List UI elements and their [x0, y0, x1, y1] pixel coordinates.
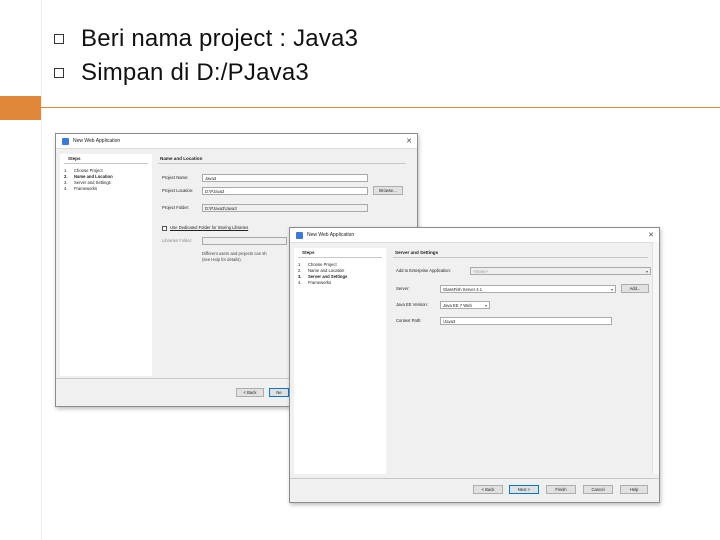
libraries-note: Different users and projects can sh (see… — [202, 251, 267, 262]
context-path-field[interactable]: /Java3 — [440, 317, 612, 325]
slide-accent-rule — [41, 107, 720, 108]
new-web-application-dialog-front: New Web Application ✕ Steps 1. Choose Pro… — [289, 227, 660, 503]
java-ee-select[interactable]: Java EE 7 Web ▾ — [440, 301, 490, 309]
close-icon[interactable]: ✕ — [648, 231, 654, 239]
enterprise-app-label: Add to Enterprise Application: — [396, 268, 451, 273]
next-button[interactable]: Ne — [269, 388, 289, 397]
dialog-title: New Web Application — [73, 138, 121, 144]
context-path-label: Context Path: — [396, 318, 422, 323]
chevron-down-icon: ▾ — [610, 287, 613, 292]
panel-heading: Name and Location — [158, 154, 406, 164]
enterprise-app-value: <None> — [473, 269, 488, 274]
steps-heading: Steps — [64, 154, 148, 164]
note-line: Different users and projects can sh — [202, 251, 267, 256]
dedicated-folder-row: Use Dedicated Folder for Storing Librari… — [170, 225, 248, 230]
project-folder-label: Project Folder: — [162, 205, 190, 210]
project-name-row: Project Name: — [162, 175, 189, 180]
vertical-scrollbar[interactable] — [652, 242, 659, 474]
step-item: 4. Frameworks — [64, 186, 152, 192]
chevron-down-icon: ▾ — [484, 303, 487, 308]
slide-accent-bar — [0, 96, 41, 120]
cancel-button[interactable]: Cancel — [583, 485, 613, 494]
netbeans-app-icon — [296, 231, 303, 239]
project-name-field[interactable]: Java3 — [202, 174, 368, 182]
help-button[interactable]: Help — [620, 485, 648, 494]
server-value: GlassFish Server 4.1 — [443, 287, 483, 292]
server-row: Server: — [396, 286, 410, 291]
libraries-folder-field — [202, 237, 287, 245]
footer-divider — [290, 478, 659, 479]
step-number: 4. — [298, 280, 302, 285]
enterprise-app-row: Add to Enterprise Application: — [396, 268, 451, 273]
bullet-text: Simpan di D:/PJava3 — [81, 59, 309, 86]
step-item: 4. Frameworks — [298, 280, 386, 286]
libraries-folder-row: Libraries Folder: — [162, 238, 192, 243]
panel-heading: Server and Settings — [393, 248, 648, 258]
dialog-title: New Web Application — [307, 232, 355, 238]
next-button[interactable]: Next > — [509, 485, 539, 494]
browse-button[interactable]: Browse... — [373, 186, 403, 195]
back-button[interactable]: < Back — [473, 485, 503, 494]
bullet-item: Beri nama project : Java3 — [54, 22, 358, 56]
project-location-row: Project Location: — [162, 188, 193, 193]
server-settings-panel: Server and Settings — [393, 248, 648, 474]
project-name-label: Project Name: — [162, 175, 189, 180]
step-label: Frameworks — [308, 280, 332, 285]
square-bullet-icon — [54, 34, 64, 44]
dialog-titlebar[interactable]: New Web Application ✕ — [56, 134, 417, 149]
bullet-text: Beri nama project : Java3 — [81, 25, 359, 52]
step-label: Choose Project — [74, 168, 103, 173]
close-icon[interactable]: ✕ — [406, 137, 412, 145]
server-label: Server: — [396, 286, 410, 291]
libraries-folder-label: Libraries Folder: — [162, 238, 193, 243]
finish-button[interactable]: Finish — [546, 485, 576, 494]
project-folder-row: Project Folder: — [162, 205, 189, 210]
java-ee-label: Java EE Version: — [396, 302, 428, 307]
netbeans-app-icon — [62, 137, 69, 145]
step-label: Name and Location — [74, 174, 113, 179]
note-line: (see Help for details). — [202, 256, 242, 262]
bullet-item: Simpan di D:/PJava3 — [54, 56, 358, 90]
steps-list: 1. Choose Project 2. Name and Location 3. S… — [64, 168, 152, 192]
square-bullet-icon — [54, 68, 64, 78]
step-label: Server and Settings — [74, 180, 111, 185]
steps-heading: Steps — [298, 248, 382, 258]
add-server-button[interactable]: Add... — [621, 284, 649, 293]
step-label: Name and Location — [308, 268, 345, 273]
java-ee-row: Java EE Version: — [396, 302, 428, 307]
bullet-list: Beri nama project : Java3 Simpan di D:/P… — [54, 22, 358, 90]
step-label: Server and Settings — [308, 274, 348, 279]
slide-side-rule — [41, 0, 42, 540]
step-label: Choose Project — [308, 262, 337, 267]
dedicated-folder-label[interactable]: Use Dedicated Folder for Storing Librari… — [170, 225, 248, 230]
chevron-down-icon: ▾ — [645, 269, 648, 274]
project-location-label: Project Location: — [162, 188, 194, 193]
dialog-titlebar[interactable]: New Web Application ✕ — [290, 228, 659, 243]
back-button[interactable]: < Back — [236, 388, 264, 397]
step-number: 4. — [64, 186, 68, 191]
project-location-field[interactable]: D:\PJava3 — [202, 187, 368, 195]
java-ee-value: Java EE 7 Web — [443, 303, 472, 308]
context-path-row: Context Path: — [396, 318, 421, 323]
dedicated-folder-checkbox[interactable] — [162, 226, 167, 231]
project-folder-field: D:\PJava3\Java3 — [202, 204, 368, 212]
enterprise-app-select: <None> ▾ — [470, 267, 651, 275]
step-label: Frameworks — [74, 186, 98, 191]
server-select[interactable]: GlassFish Server 4.1 ▾ — [440, 285, 616, 293]
steps-panel: Steps 1. Choose Project 2. Name and Locati… — [60, 154, 152, 376]
steps-panel: Steps 1. Choose Project 2. Name and Locati… — [294, 248, 386, 474]
steps-list: 1. Choose Project 2. Name and Location 3. S… — [298, 262, 386, 286]
